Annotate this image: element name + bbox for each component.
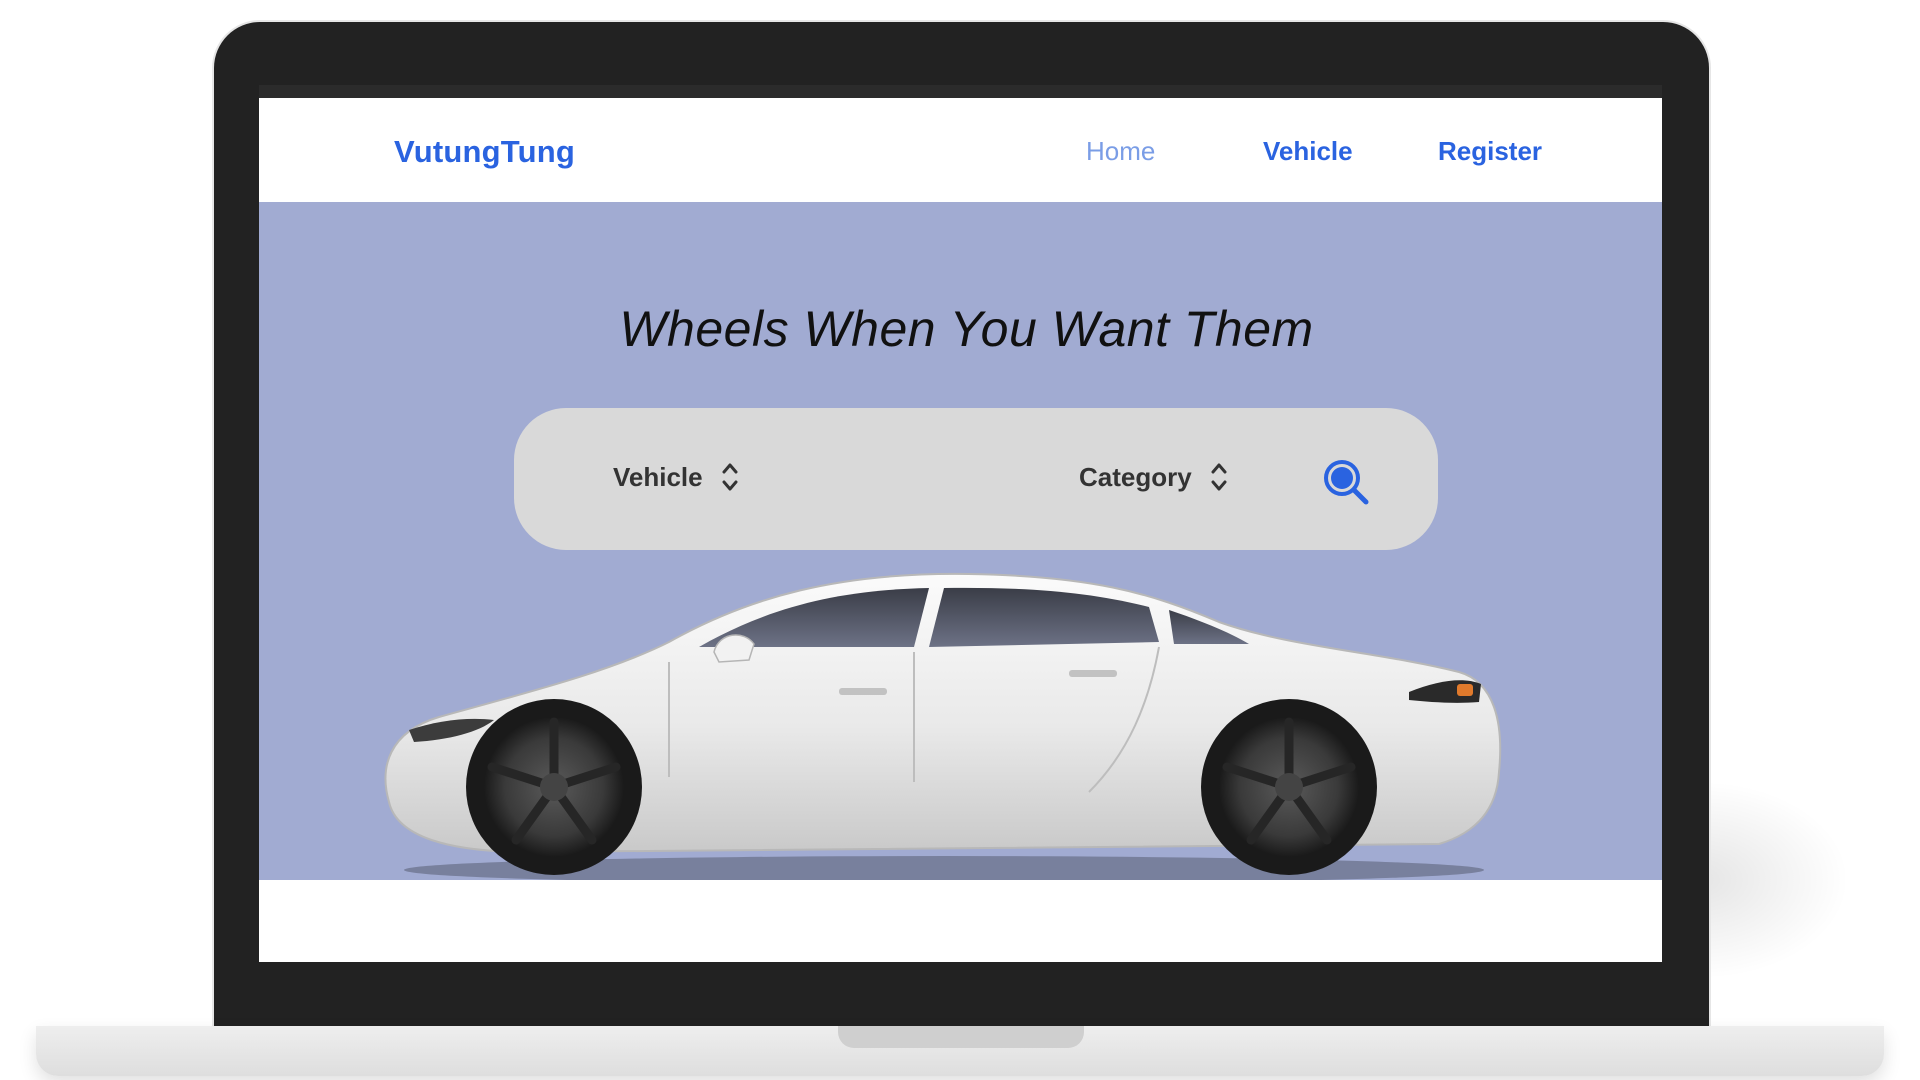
laptop-notch xyxy=(838,1026,1084,1048)
laptop-shadow xyxy=(1700,780,1850,980)
category-select-label: Category xyxy=(1079,461,1192,492)
vehicle-select-label: Vehicle xyxy=(613,461,703,492)
nav-register-link[interactable]: Register xyxy=(1438,136,1542,167)
vehicle-select[interactable]: Vehicle xyxy=(613,460,739,494)
hero-headline: Wheels When You Want Them xyxy=(619,301,1314,357)
navbar: VutungTung Home Vehicle Register xyxy=(259,98,1662,202)
chevron-up-down-icon xyxy=(722,463,738,491)
category-select[interactable]: Category xyxy=(1079,460,1228,494)
hero-section: Wheels When You Want Them Vehicle Catego… xyxy=(259,202,1662,882)
laptop-mockup: VutungTung Home Vehicle Register Wheels … xyxy=(0,0,1920,1080)
browser-top-strip xyxy=(259,85,1662,98)
nav-home-link[interactable]: Home xyxy=(1086,136,1155,167)
search-icon[interactable] xyxy=(1322,458,1370,506)
search-bar: Vehicle Category xyxy=(514,408,1438,550)
car-image xyxy=(384,572,1502,882)
page-bottom-area xyxy=(259,880,1662,962)
laptop-screen: VutungTung Home Vehicle Register Wheels … xyxy=(259,85,1662,962)
chevron-up-down-icon xyxy=(1211,463,1227,491)
nav-vehicle-link[interactable]: Vehicle xyxy=(1263,136,1353,167)
brand-logo[interactable]: VutungTung xyxy=(394,134,575,170)
